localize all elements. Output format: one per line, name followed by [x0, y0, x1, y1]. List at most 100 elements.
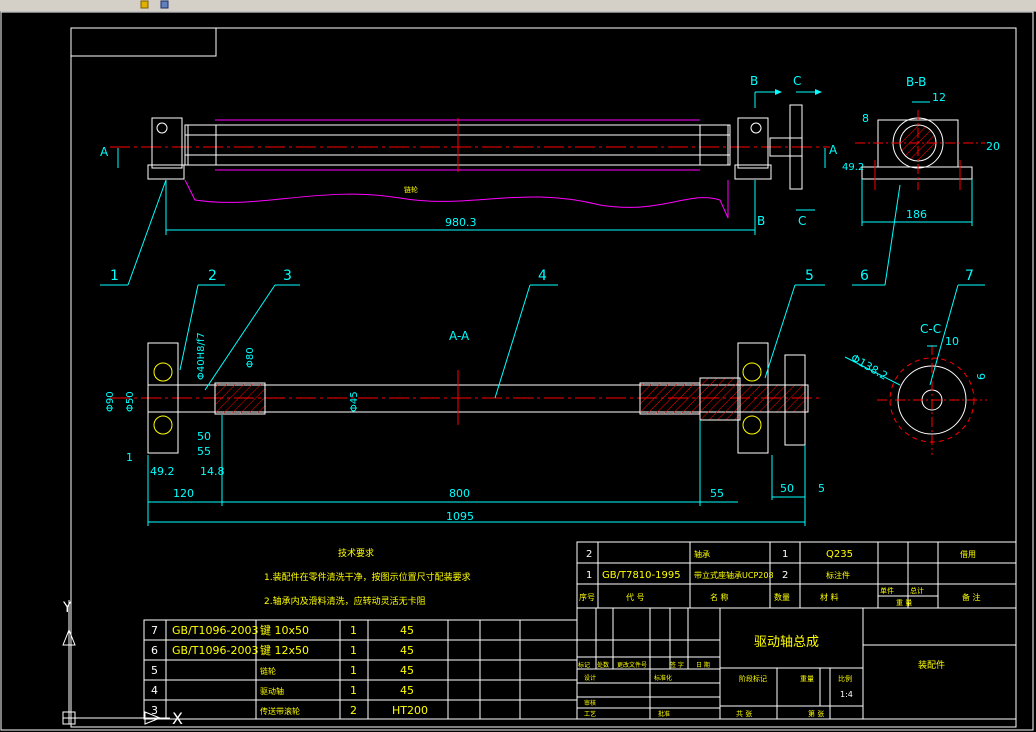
svg-text:Φ50: Φ50: [125, 391, 136, 412]
svg-text:45: 45: [400, 624, 414, 637]
svg-text:Φ40H8/f7: Φ40H8/f7: [196, 332, 207, 380]
table-row: 1 GB/T7810-1995 带立式座轴承UCP208 2 标注件: [586, 570, 850, 581]
balloon-6: 6: [860, 268, 869, 284]
svg-text:B-B: B-B: [906, 75, 926, 89]
svg-text:B: B: [750, 74, 758, 88]
svg-text:借用: 借用: [960, 549, 976, 559]
layers-icon[interactable]: [160, 0, 170, 9]
drawing-canvas[interactable]: 链轮 A A B B C C 980.3 B-B 12 8 20 49.2 18…: [0, 11, 1036, 732]
svg-text:设计: 设计: [584, 674, 596, 682]
svg-text:1: 1: [350, 624, 357, 637]
svg-text:单件: 单件: [880, 586, 894, 595]
section-bb-view: B-B 12 8 20 49.2 186: [842, 75, 1000, 226]
svg-text:B: B: [757, 214, 765, 228]
svg-text:比例: 比例: [838, 674, 852, 683]
table-row: 6 GB/T1096-2003 键 12x50 1 45: [151, 643, 414, 657]
tech-req-title: 技术要求: [338, 547, 374, 559]
svg-text:20: 20: [986, 140, 1000, 153]
svg-text:GB/T1096-2003: GB/T1096-2003: [172, 644, 258, 657]
bom-upper-rows: 2 轴承 1 Q235 借用 1 GB/T7810-1995 带立式座轴承UCP…: [579, 549, 981, 607]
svg-text:1: 1: [586, 570, 592, 581]
svg-text:C: C: [798, 214, 806, 228]
svg-text:备 注: 备 注: [962, 592, 981, 602]
part-balloons: [100, 179, 985, 399]
svg-text:名 称: 名 称: [710, 592, 729, 602]
svg-text:2: 2: [782, 570, 788, 581]
balloon-7: 7: [965, 268, 974, 284]
svg-text:GB/T7810-1995: GB/T7810-1995: [602, 570, 681, 581]
svg-text:12: 12: [932, 91, 946, 104]
svg-text:800: 800: [449, 487, 470, 500]
svg-text:5: 5: [151, 664, 158, 677]
top-view: 链轮 A A B B C C 980.3: [100, 74, 838, 235]
svg-text:49.2: 49.2: [842, 162, 864, 173]
pencil-icon[interactable]: [140, 0, 150, 9]
svg-text:阶段标记: 阶段标记: [739, 674, 767, 683]
svg-text:GB/T1096-2003: GB/T1096-2003: [172, 624, 258, 637]
balloon-1: 1: [110, 268, 119, 284]
svg-text:共 张: 共 张: [736, 709, 752, 718]
svg-text:批准: 批准: [658, 710, 670, 718]
svg-text:序号: 序号: [579, 592, 595, 602]
svg-text:14.8: 14.8: [200, 465, 225, 478]
technical-requirements: 技术要求 1.装配件在零件清洗干净，按图示位置尺寸配装要求 2.轴承内及滑料清洗…: [264, 547, 471, 607]
svg-text:重 量: 重 量: [896, 599, 912, 607]
table-row: 2 轴承 1 Q235 借用: [586, 549, 976, 560]
svg-text:1095: 1095: [446, 510, 474, 523]
balloon-4: 4: [538, 268, 547, 284]
svg-text:轴承: 轴承: [694, 549, 710, 559]
svg-text:10: 10: [945, 335, 959, 348]
svg-text:1: 1: [126, 451, 133, 464]
svg-text:186: 186: [906, 208, 927, 221]
svg-text:Φ138.2: Φ138.2: [849, 351, 890, 382]
svg-text:材 料: 材 料: [820, 592, 839, 602]
svg-text:标记: 标记: [578, 661, 590, 669]
section-aa-view: A-A Φ90 Φ50 Φ40H8/f7 Φ80 Φ45 50 55 1 49.…: [105, 329, 825, 526]
svg-text:2: 2: [586, 549, 592, 560]
svg-text:6: 6: [151, 644, 158, 657]
svg-text:键 10x50: 键 10x50: [260, 623, 309, 637]
table-row: 5 链轮 1 45: [151, 664, 414, 677]
svg-text:8: 8: [862, 112, 869, 125]
svg-text:7: 7: [151, 624, 158, 637]
svg-text:Φ45: Φ45: [349, 391, 360, 412]
svg-text:45: 45: [400, 684, 414, 697]
svg-text:C: C: [793, 74, 801, 88]
svg-text:驱动轴: 驱动轴: [260, 686, 284, 696]
svg-text:120: 120: [173, 487, 194, 500]
balloon-labels: 1 2 3 4 5 6 7: [110, 268, 974, 284]
svg-text:50: 50: [197, 430, 211, 443]
svg-text:签 字: 签 字: [670, 661, 684, 669]
tech-req-line1: 1.装配件在零件清洗干净，按图示位置尺寸配装要求: [264, 571, 471, 583]
svg-text:更改文件号: 更改文件号: [617, 661, 647, 669]
svg-text:数量: 数量: [774, 592, 790, 602]
svg-text:1: 1: [350, 664, 357, 677]
svg-text:标注件: 标注件: [826, 570, 850, 580]
svg-text:980.3: 980.3: [445, 216, 477, 229]
svg-text:标准化: 标准化: [654, 674, 672, 682]
doc-type: 装配件: [918, 659, 945, 671]
svg-text:1: 1: [350, 644, 357, 657]
svg-text:处数: 处数: [597, 661, 609, 669]
svg-text:1: 1: [782, 549, 788, 560]
ucs-icon[interactable]: Y X: [62, 600, 183, 728]
svg-text:A-A: A-A: [449, 329, 470, 343]
svg-text:Q235: Q235: [826, 549, 853, 560]
svg-text:重量: 重量: [800, 675, 814, 683]
svg-text:日 期: 日 期: [696, 661, 710, 669]
section-cc-view: C-C 10 6 Φ138.2: [844, 322, 988, 455]
svg-text:49.2: 49.2: [150, 465, 175, 478]
table-row: 3 传送带滚轮 2 HT200: [151, 704, 428, 717]
sprocket-note: 链轮: [404, 185, 418, 194]
svg-text:总计: 总计: [910, 586, 924, 595]
svg-text:审核: 审核: [584, 699, 596, 707]
balloon-5: 5: [805, 268, 814, 284]
ucs-y-label: Y: [62, 600, 72, 616]
svg-text:55: 55: [710, 487, 724, 500]
svg-text:工艺: 工艺: [584, 710, 596, 718]
svg-text:HT200: HT200: [392, 704, 428, 717]
svg-text:45: 45: [400, 664, 414, 677]
svg-text:4: 4: [151, 684, 158, 697]
table-row: 7 GB/T1096-2003 键 10x50 1 45: [151, 623, 414, 637]
svg-text:C-C: C-C: [920, 322, 941, 336]
